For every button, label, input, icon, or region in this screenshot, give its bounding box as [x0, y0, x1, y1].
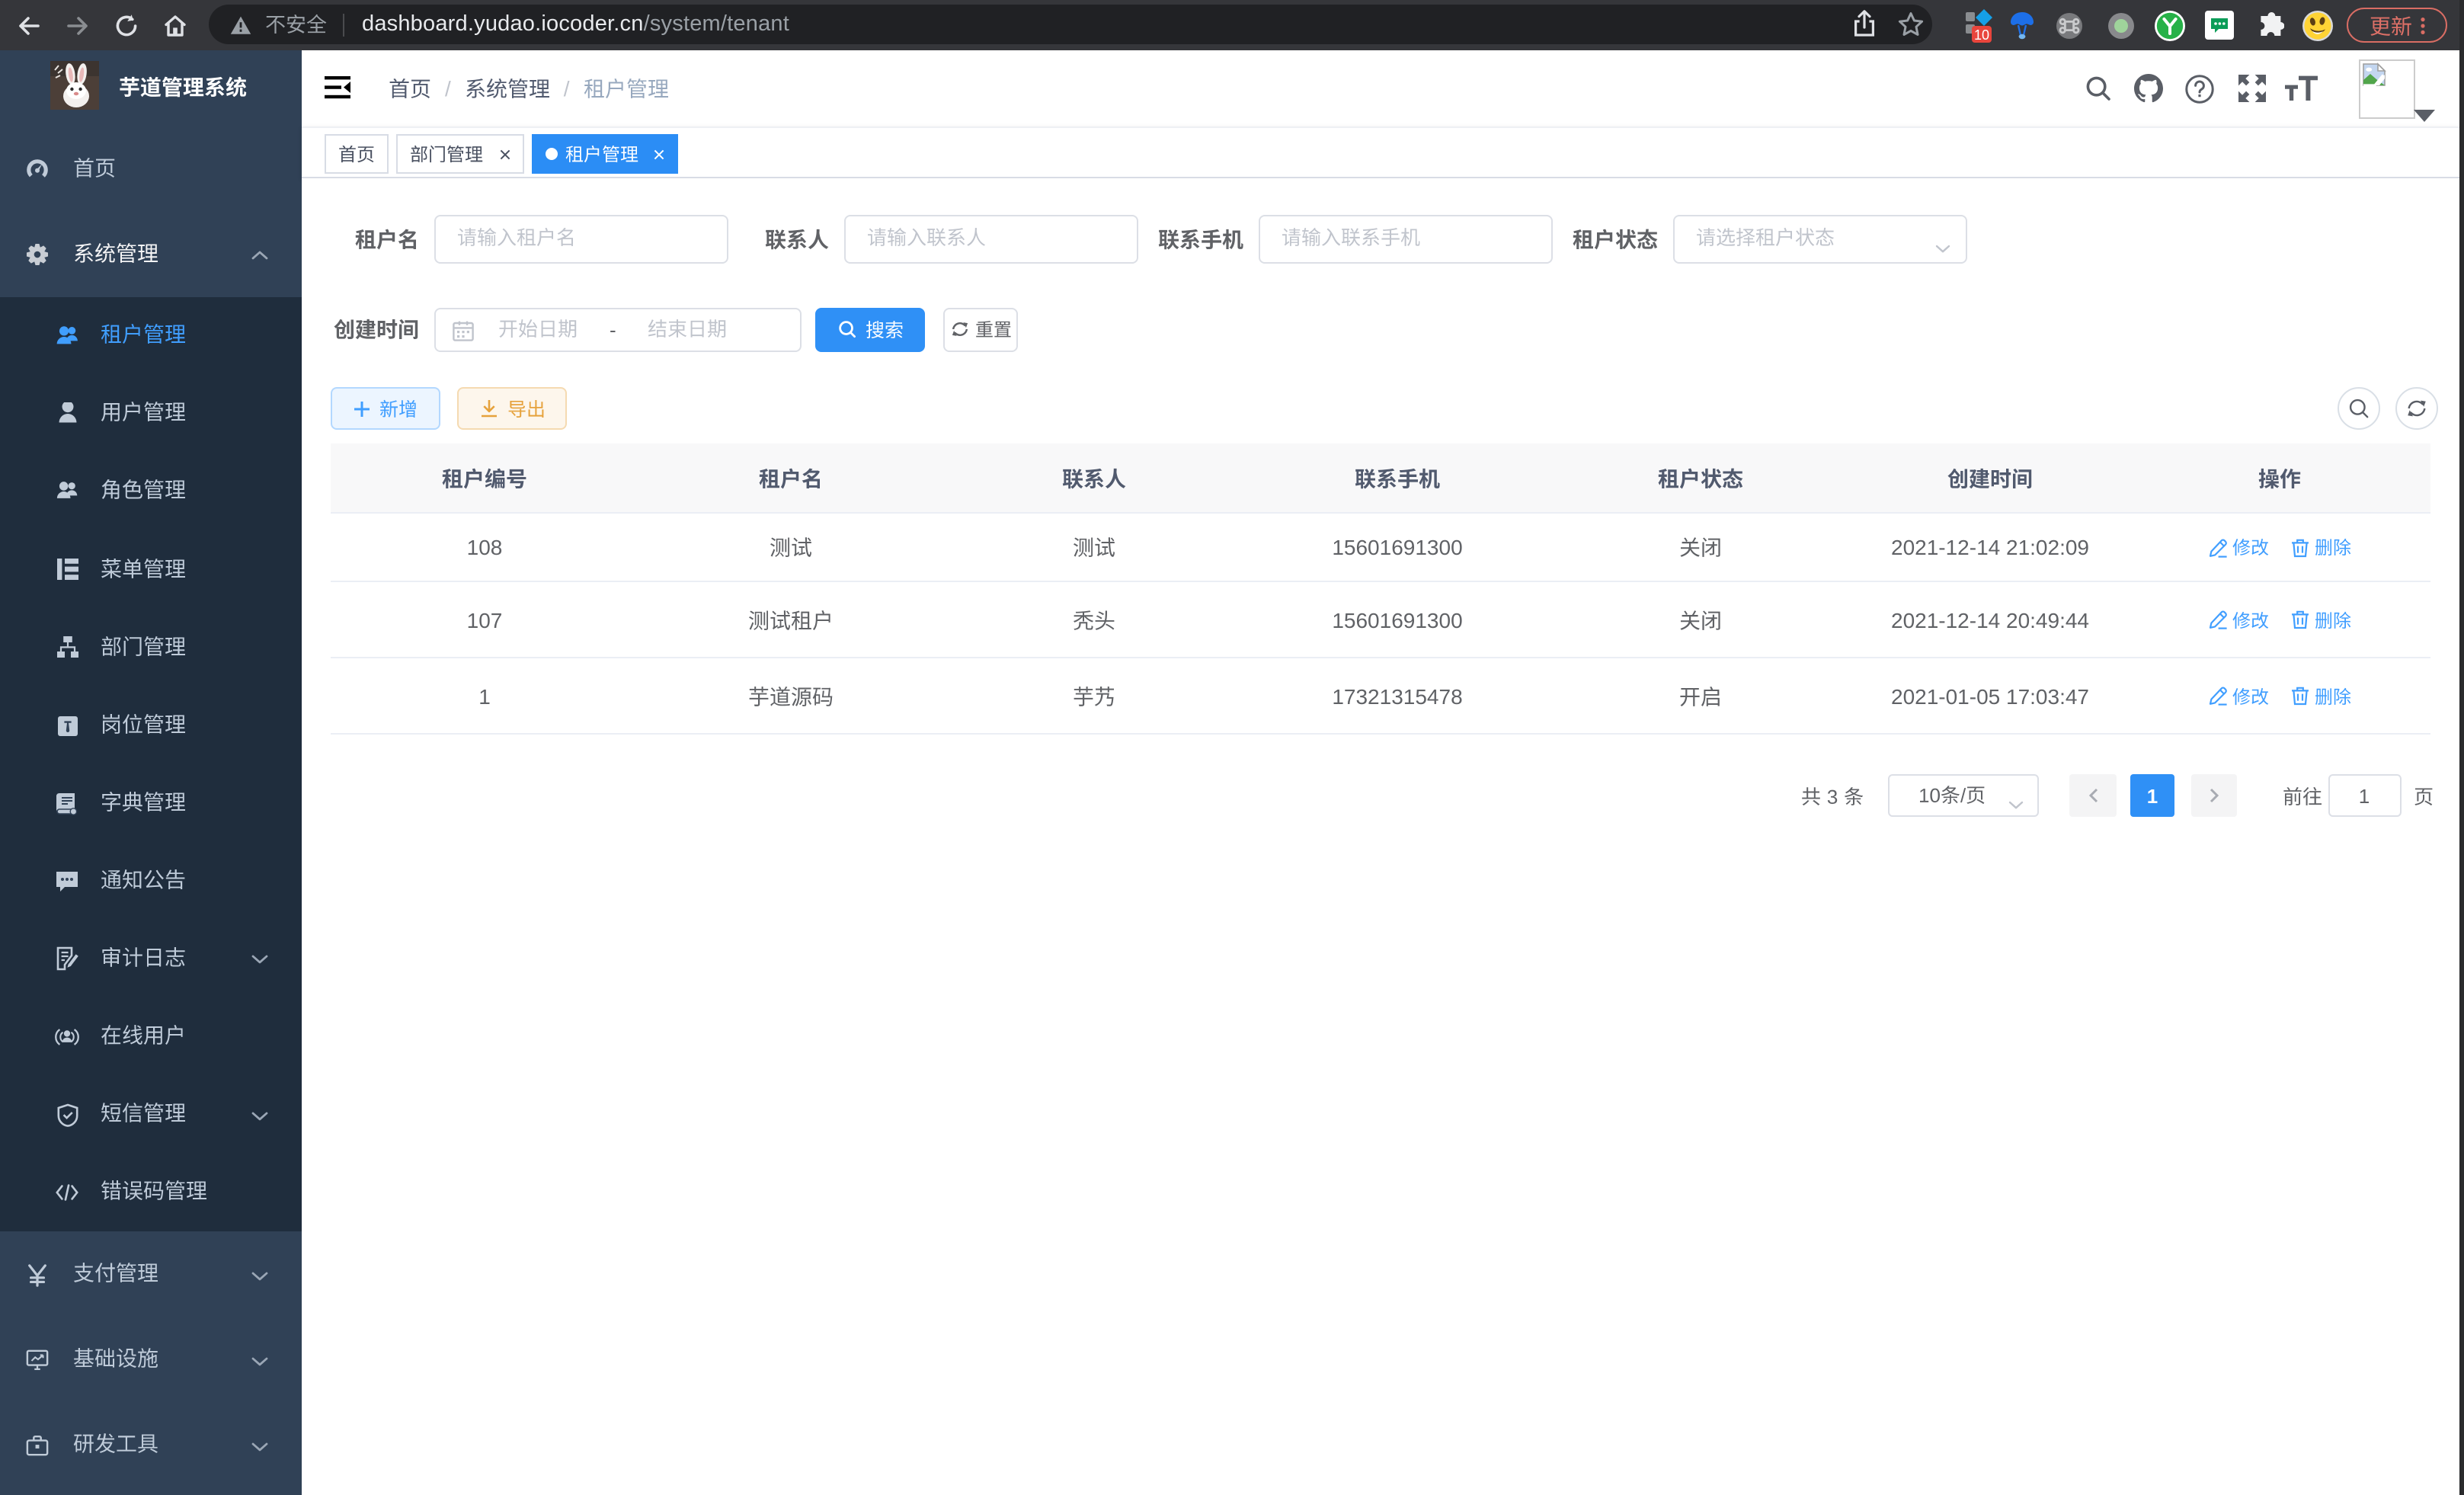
svg-text:10: 10 [1974, 27, 1989, 42]
